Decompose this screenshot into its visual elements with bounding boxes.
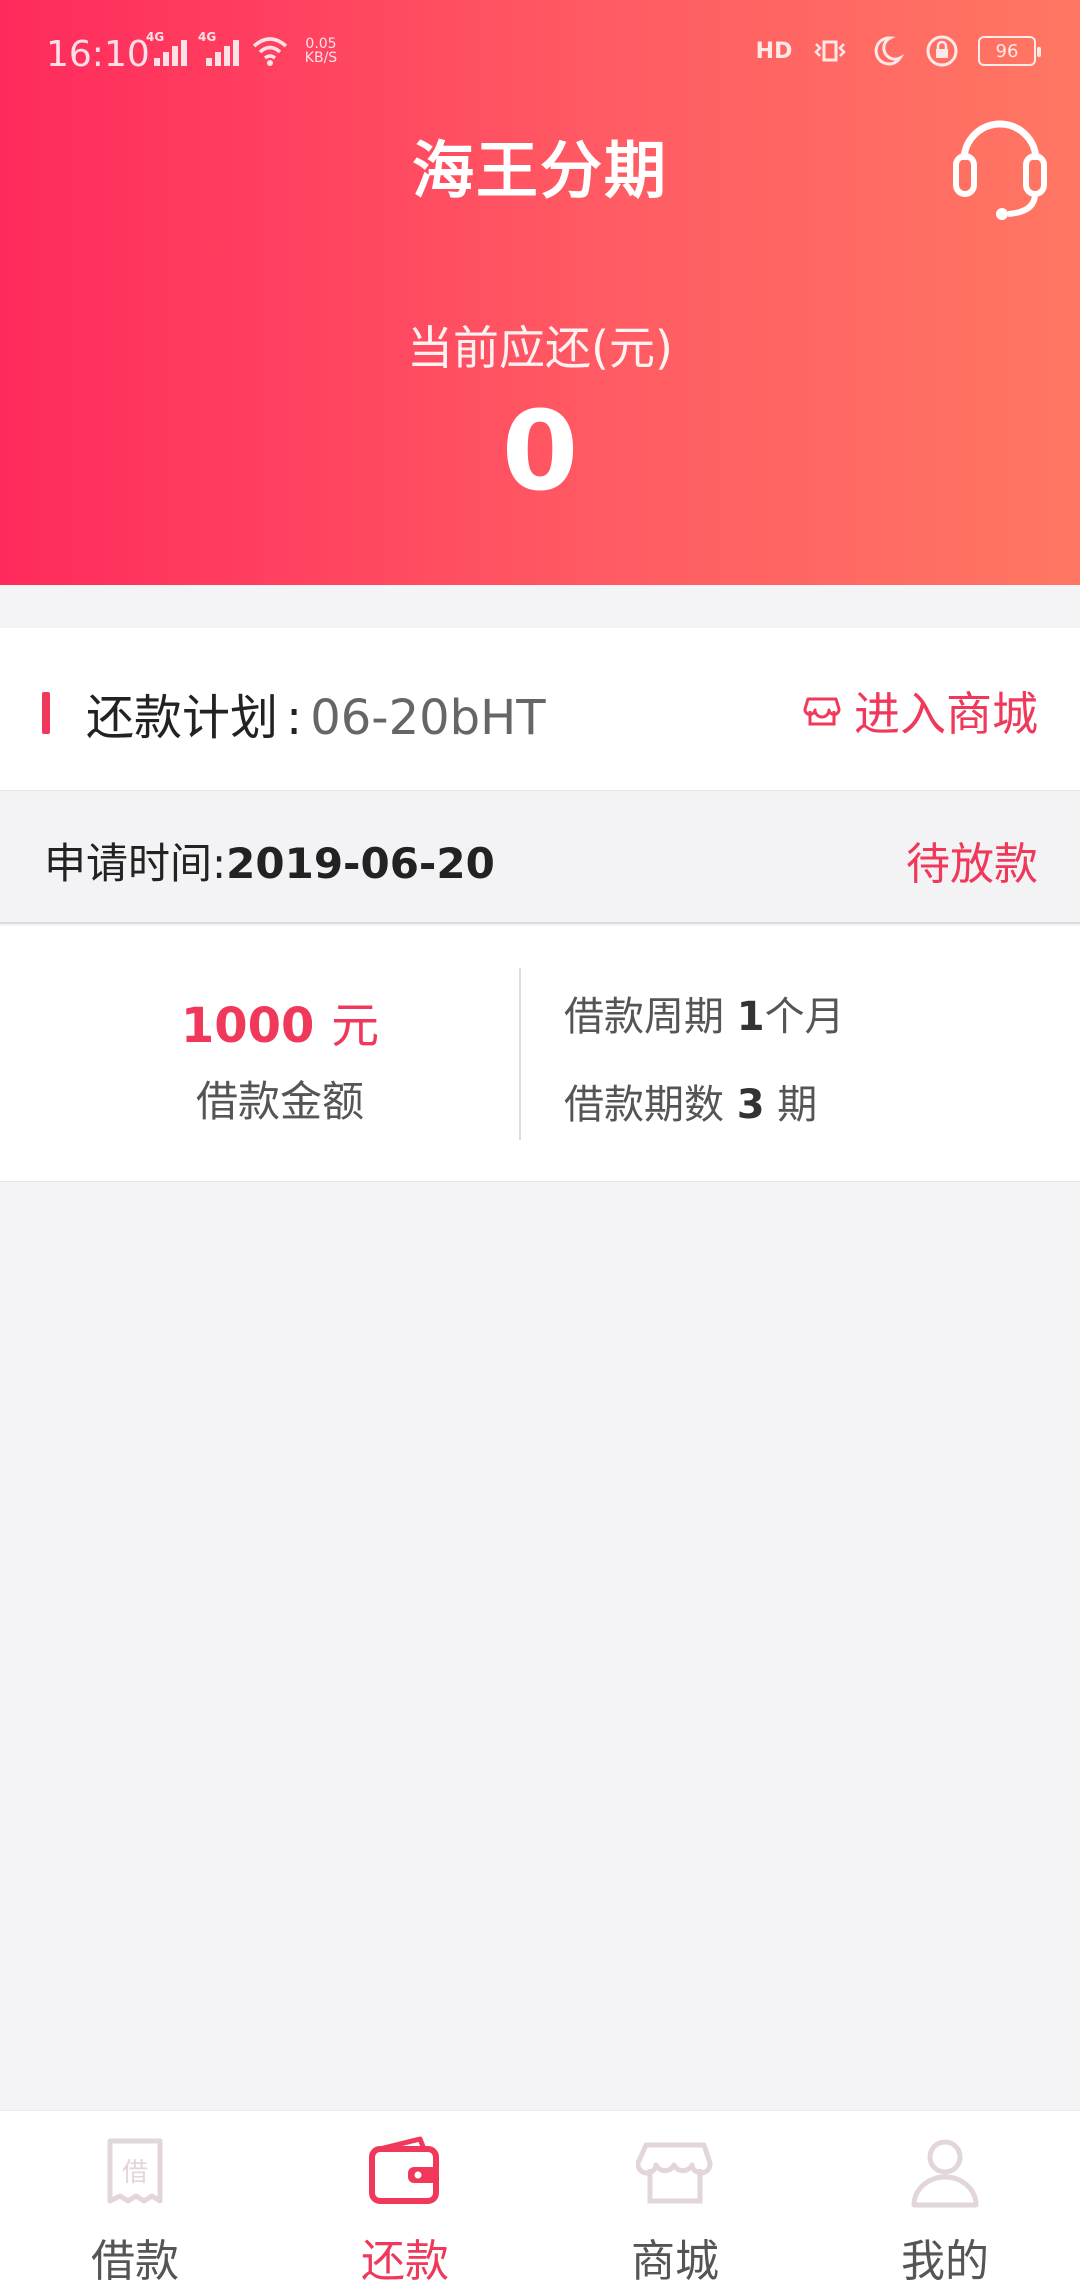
app-title: 海王分期: [411, 134, 668, 207]
nav-item-borrow[interactable]: 借 借款: [0, 2111, 270, 2280]
net-speed-unit: KB/S: [304, 50, 338, 66]
enter-mall-link[interactable]: 进入商城: [802, 678, 1038, 744]
svg-text:借: 借: [122, 2158, 148, 2188]
plan-accent-bar: [42, 692, 50, 734]
status-left-icons: 4G 4G 0.05 KB/S: [146, 30, 342, 68]
application-status-badge: 待放款: [906, 839, 1038, 890]
battery-icon: 96: [978, 36, 1041, 66]
nav-item-mall[interactable]: 商城: [540, 2111, 810, 2280]
nav-label-borrow: 借款: [91, 2236, 179, 2280]
enter-mall-label: 进入商城: [854, 687, 1038, 741]
loan-period-unit: 个月: [764, 994, 845, 1040]
store-icon: [636, 2142, 713, 2204]
loan-detail-card[interactable]: 1000 元 借款金额 借款周期 1个月 借款期数 3 期: [0, 926, 1080, 1182]
due-label: 当前应还(元): [407, 321, 673, 375]
vibrate-icon: [814, 40, 846, 62]
nav-label-repay: 还款: [361, 2236, 449, 2280]
signal-icon-2: 4G: [198, 30, 240, 68]
loan-terms-unit: 期: [777, 1082, 818, 1128]
hd-icon: HD: [755, 38, 793, 64]
loan-amount-value: 1000: [180, 998, 315, 1054]
plan-code: 06-20bHT: [310, 690, 546, 746]
screen: 16:10 4G 4G 0.05 KB/S HD 96 海王分期 当前应还(元)…: [0, 0, 1080, 2280]
application-time: 申请时间:2019-06-20: [44, 830, 495, 891]
nav-item-mine[interactable]: 我的: [810, 2111, 1080, 2280]
column-divider: [519, 968, 521, 1140]
borrow-receipt-icon: 借: [107, 2138, 163, 2204]
bottom-nav: 借 借款 还款 商城 我的: [0, 2110, 1080, 2280]
sim1-tag: 4G: [146, 30, 165, 44]
wallet-icon: [369, 2136, 439, 2204]
customer-service-headset-icon[interactable]: [950, 108, 1050, 220]
net-speed-value: 0.05: [305, 36, 337, 52]
net-speed: 0.05 KB/S: [300, 37, 342, 65]
status-bar: 16:10 4G 4G 0.05 KB/S HD 96: [0, 0, 1080, 110]
battery-level: 96: [995, 40, 1019, 62]
due-amount: 0: [501, 387, 579, 515]
application-date: 2019-06-20: [226, 839, 495, 888]
lock-rotation-icon: [926, 35, 958, 67]
loan-period: 借款周期 1个月: [564, 984, 845, 1042]
nav-item-repay[interactable]: 还款: [270, 2111, 540, 2280]
loan-period-label: 借款周期: [564, 994, 724, 1040]
store-icon: [803, 697, 841, 726]
sim2-tag: 4G: [198, 30, 217, 44]
wifi-icon: [252, 37, 288, 66]
loan-terms: 借款期数 3 期: [564, 1072, 817, 1130]
plan-title-separator: :: [286, 690, 303, 746]
signal-icon: 4G: [146, 30, 188, 68]
loan-amount: 1000 元: [0, 986, 560, 1056]
loan-terms-value: 3: [736, 1082, 765, 1128]
loan-amount-unit: 元: [331, 998, 380, 1054]
plan-title-label: 还款计划: [86, 690, 279, 746]
loan-amount-column: 1000 元 借款金额: [0, 926, 520, 1182]
nav-label-mall: 商城: [631, 2236, 719, 2280]
moon-icon: [874, 36, 905, 66]
loan-period-value: 1: [736, 994, 765, 1040]
loan-amount-label: 借款金额: [195, 1077, 364, 1126]
header: 16:10 4G 4G 0.05 KB/S HD 96 海王分期 当前应还(元)…: [0, 0, 1080, 585]
plan-title: 还款计划:06-20bHT: [86, 678, 546, 748]
user-icon: [911, 2139, 979, 2208]
application-time-label: 申请时间:: [44, 839, 227, 888]
status-right-icons: HD 96: [754, 34, 1041, 68]
status-time: 16:10: [46, 34, 150, 75]
loan-terms-label: 借款期数: [564, 1082, 724, 1128]
nav-label-mine: 我的: [901, 2236, 989, 2280]
